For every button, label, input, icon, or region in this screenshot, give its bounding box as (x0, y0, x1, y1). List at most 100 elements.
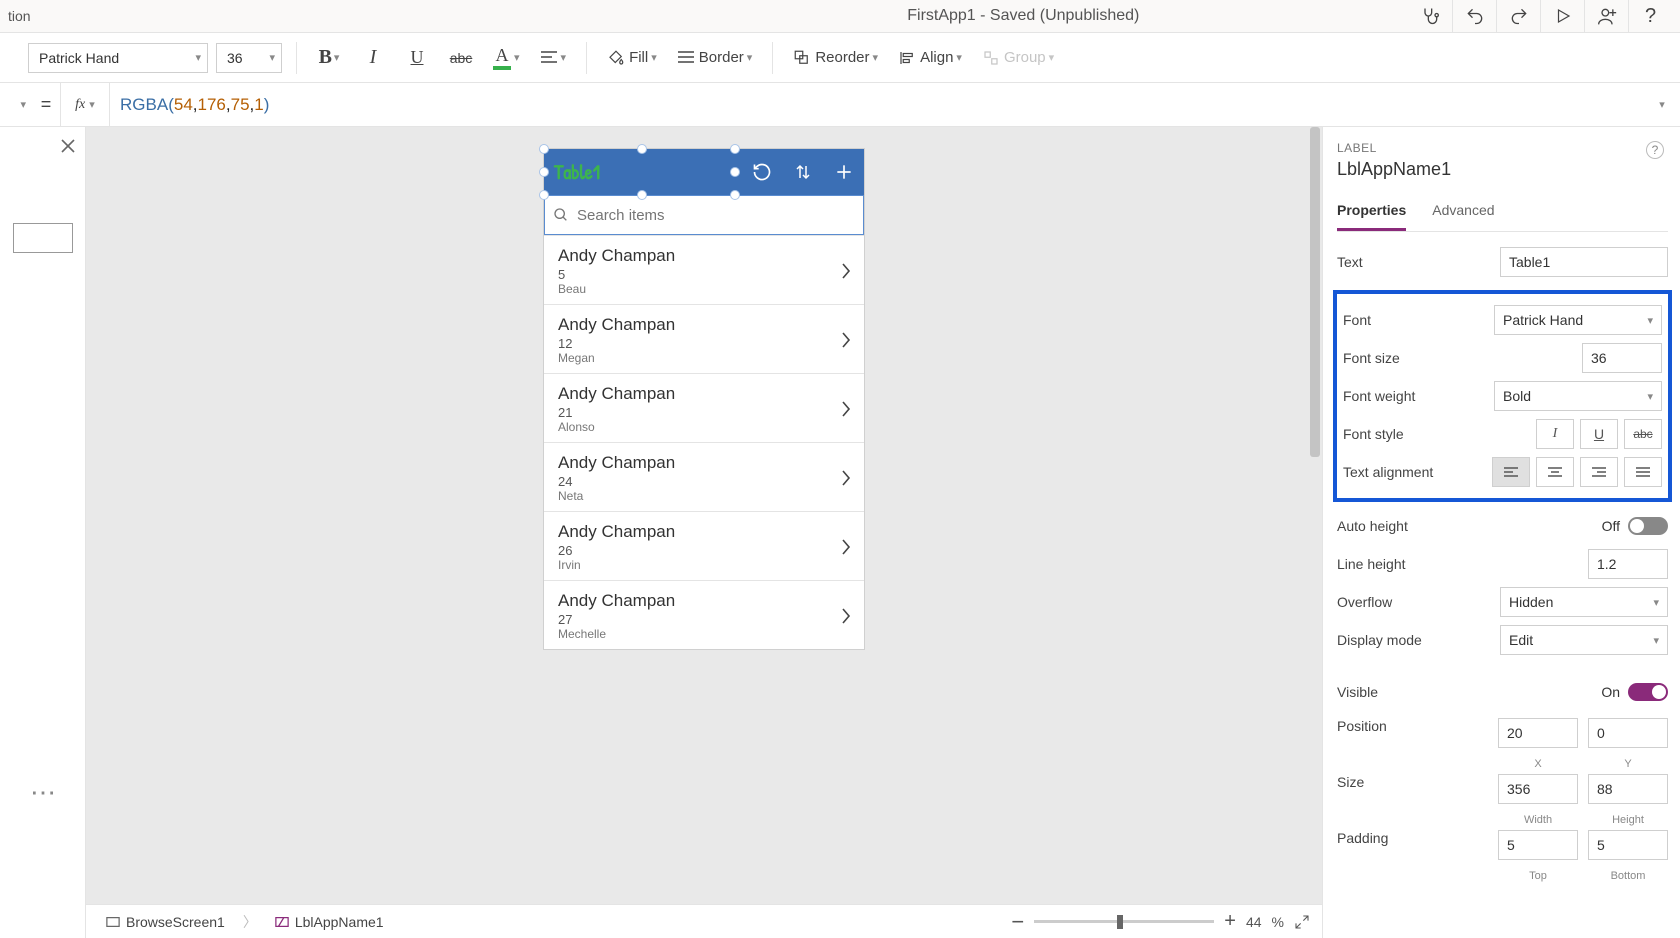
align-button[interactable]: Align ▾ (892, 38, 968, 78)
status-bar: BrowseScreen1 〉 LblAppName1 − + 44 % (86, 904, 1322, 938)
visible-toggle[interactable] (1628, 683, 1668, 701)
zoom-slider[interactable] (1034, 920, 1214, 923)
font-dropdown[interactable]: Patrick Hand ▾ (28, 43, 208, 73)
search-input[interactable] (577, 207, 855, 224)
close-icon[interactable] (61, 139, 75, 153)
prop-padding-label: Padding (1337, 830, 1498, 846)
chevron-down-icon: ▾ (195, 51, 201, 64)
properties-panel: ? LABEL LblAppName1 Properties Advanced … (1322, 127, 1680, 938)
reorder-label: Reorder (815, 49, 869, 66)
list-item-value: 26 (558, 543, 840, 558)
add-icon[interactable] (834, 162, 854, 182)
redo-icon[interactable] (1496, 0, 1540, 32)
list-item-sub: Irvin (558, 558, 840, 572)
font-color-button[interactable]: A ▾ (487, 38, 526, 78)
italic-toggle[interactable]: I (1536, 419, 1574, 449)
prop-text-input[interactable]: Table1 (1500, 247, 1668, 277)
fit-icon[interactable] (1294, 914, 1310, 930)
prop-lineheight-input[interactable]: 1.2 (1588, 549, 1668, 579)
undo-icon[interactable] (1452, 0, 1496, 32)
expand-formula-icon[interactable]: ▾ (1644, 83, 1680, 126)
text-align-button[interactable]: ▾ (534, 38, 573, 78)
prop-position-label: Position (1337, 718, 1498, 734)
search-box[interactable] (544, 195, 864, 235)
more-icon[interactable]: ⋯ (30, 777, 55, 808)
prop-text-label: Text (1337, 254, 1500, 270)
align-right-button[interactable] (1580, 457, 1618, 487)
position-y-input[interactable]: 0 (1588, 718, 1668, 748)
fill-button[interactable]: Fill ▾ (601, 38, 663, 78)
padding-top-input[interactable]: 5 (1498, 830, 1578, 860)
property-dropdown[interactable]: ▾ (0, 90, 32, 120)
chevron-down-icon: ▾ (561, 51, 567, 64)
border-button[interactable]: Border ▾ (671, 38, 759, 78)
play-icon[interactable] (1540, 0, 1584, 32)
props-control-name: LblAppName1 (1337, 159, 1668, 180)
group-label: Group (1004, 49, 1046, 66)
prop-overflow-select[interactable]: Hidden▾ (1500, 587, 1668, 617)
list-item-name: Andy Champan (558, 384, 840, 404)
prop-font-label: Font (1343, 312, 1494, 328)
italic-button[interactable]: I (355, 38, 391, 78)
prop-textalign-label: Text alignment (1343, 464, 1492, 480)
breadcrumb-control[interactable]: LblAppName1 (267, 910, 392, 934)
size-width-input[interactable]: 356 (1498, 774, 1578, 804)
sort-icon[interactable] (794, 162, 812, 182)
zoom-in-button[interactable]: + (1224, 910, 1236, 933)
fontsize-dropdown[interactable]: 36 ▾ (216, 43, 282, 73)
align-left-button[interactable] (1492, 457, 1530, 487)
canvas-scrollbar[interactable] (1308, 127, 1322, 904)
chevron-right-icon (840, 262, 852, 280)
prop-font-select[interactable]: Patrick Hand▾ (1494, 305, 1662, 335)
bold-button[interactable]: B▾ (311, 38, 347, 78)
reorder-button[interactable]: Reorder ▾ (787, 38, 884, 78)
zoom-out-button[interactable]: − (1011, 909, 1024, 935)
formula-input[interactable]: RGBA(54, 176, 75, 1) (110, 83, 1644, 126)
list-item[interactable]: Andy Champan 27 Mechelle (544, 580, 864, 649)
tab-properties[interactable]: Properties (1337, 196, 1406, 231)
strike-toggle[interactable]: abc (1624, 419, 1662, 449)
size-height-input[interactable]: 88 (1588, 774, 1668, 804)
prop-displaymode-label: Display mode (1337, 632, 1500, 648)
list-item[interactable]: Andy Champan 26 Irvin (544, 511, 864, 580)
selection-box (544, 149, 740, 195)
prop-overflow-label: Overflow (1337, 594, 1500, 610)
strikethrough-button[interactable]: abc (443, 38, 479, 78)
prop-fontweight-select[interactable]: Bold▾ (1494, 381, 1662, 411)
help-icon[interactable]: ? (1628, 0, 1672, 32)
prop-autoheight-label: Auto height (1337, 518, 1602, 534)
prop-fontsize-input[interactable]: 36 (1582, 343, 1662, 373)
chevron-down-icon: ▾ (956, 51, 962, 64)
prop-size-label: Size (1337, 774, 1498, 790)
align-center-button[interactable] (1536, 457, 1574, 487)
align-justify-button[interactable] (1624, 457, 1662, 487)
prop-fontsize-label: Font size (1343, 350, 1582, 366)
list-item[interactable]: Andy Champan 21 Alonso (544, 373, 864, 442)
padding-bottom-input[interactable]: 5 (1588, 830, 1668, 860)
zoom-value: 44 (1246, 914, 1262, 930)
stethoscope-icon[interactable] (1408, 0, 1452, 32)
position-x-input[interactable]: 20 (1498, 718, 1578, 748)
chevron-down-icon: ▾ (873, 51, 879, 64)
left-panel-input[interactable] (13, 223, 73, 253)
list-item[interactable]: Andy Champan 24 Neta (544, 442, 864, 511)
refresh-icon[interactable] (752, 162, 772, 182)
list-item[interactable]: Andy Champan 5 Beau (544, 235, 864, 304)
autoheight-toggle[interactable] (1628, 517, 1668, 535)
breadcrumb-screen[interactable]: BrowseScreen1 (98, 910, 233, 934)
panel-help-icon[interactable]: ? (1646, 141, 1664, 159)
chevron-down-icon: ▾ (1647, 390, 1653, 403)
list-item[interactable]: Andy Champan 12 Megan (544, 304, 864, 373)
chevron-down-icon: ▾ (651, 51, 657, 64)
font-highlight-region: Font Patrick Hand▾ Font size 36 Font wei… (1333, 290, 1672, 502)
prop-displaymode-select[interactable]: Edit▾ (1500, 625, 1668, 655)
share-icon[interactable] (1584, 0, 1628, 32)
chevron-right-icon (840, 469, 852, 487)
underline-button[interactable]: U (399, 38, 435, 78)
formula-bar: ▾ = fx▾ RGBA(54, 176, 75, 1) ▾ (0, 83, 1680, 127)
tab-advanced[interactable]: Advanced (1432, 196, 1494, 231)
app-bar[interactable]: Table1 (544, 149, 864, 195)
underline-toggle[interactable]: U (1580, 419, 1618, 449)
chevron-right-icon (840, 400, 852, 418)
fx-button[interactable]: fx▾ (60, 83, 110, 126)
